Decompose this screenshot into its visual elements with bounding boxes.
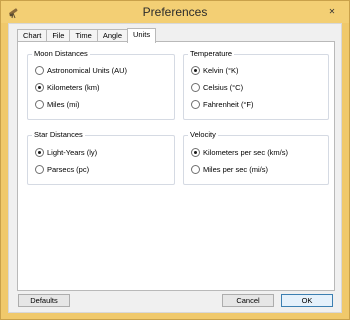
radio-button[interactable] <box>35 100 44 109</box>
radio-button[interactable] <box>35 83 44 92</box>
cancel-button[interactable]: Cancel <box>222 294 274 307</box>
title-bar[interactable]: Preferences ✕ <box>1 1 349 23</box>
option-label: Celsius (°C) <box>203 83 244 92</box>
tab-units[interactable]: Units <box>127 28 157 43</box>
radio-button[interactable] <box>35 66 44 75</box>
velocity-group: Velocity Kilometers per sec (km/s) Miles… <box>183 130 329 185</box>
option-label: Kilometers per sec (km/s) <box>203 148 289 157</box>
close-icon: ✕ <box>328 6 336 16</box>
option-label: Kelvin (°K) <box>203 66 239 75</box>
star-option-ly[interactable]: Light-Years (ly) <box>35 148 97 157</box>
tab-strip: Chart File Time Angle Units <box>17 28 157 43</box>
radio-button[interactable] <box>191 66 200 75</box>
radio-button[interactable] <box>35 148 44 157</box>
moon-option-mi[interactable]: Miles (mi) <box>35 100 80 109</box>
group-title: Moon Distances <box>32 49 90 58</box>
moon-option-au[interactable]: Astronomical Units (AU) <box>35 66 127 75</box>
preferences-window: Preferences ✕ Chart File Time Angle Unit… <box>0 0 350 320</box>
group-title: Velocity <box>188 130 218 139</box>
moon-option-km[interactable]: Kilometers (km) <box>35 83 100 92</box>
star-option-pc[interactable]: Parsecs (pc) <box>35 165 89 174</box>
window-title: Preferences <box>142 5 208 19</box>
radio-button[interactable] <box>35 165 44 174</box>
velocity-option-kms[interactable]: Kilometers per sec (km/s) <box>191 148 288 157</box>
close-button[interactable]: ✕ <box>321 4 343 18</box>
radio-button[interactable] <box>191 148 200 157</box>
ok-button[interactable]: OK <box>281 294 333 307</box>
star-distances-group: Star Distances Light-Years (ly) Parsecs … <box>27 130 175 185</box>
units-panel: Moon Distances Astronomical Units (AU) K… <box>17 41 335 291</box>
option-label: Miles (mi) <box>47 100 80 109</box>
option-label: Light-Years (ly) <box>47 148 98 157</box>
temperature-option-fahrenheit[interactable]: Fahrenheit (°F) <box>191 100 254 109</box>
group-title: Temperature <box>188 49 235 58</box>
option-label: Astronomical Units (AU) <box>47 66 128 75</box>
moon-distances-group: Moon Distances Astronomical Units (AU) K… <box>27 49 175 120</box>
dialog-client: Chart File Time Angle Units Moon Distanc… <box>8 23 342 313</box>
option-label: Parsecs (pc) <box>47 165 90 174</box>
group-title: Star Distances <box>32 130 85 139</box>
defaults-button[interactable]: Defaults <box>18 294 70 307</box>
option-label: Fahrenheit (°F) <box>203 100 254 109</box>
temperature-option-celsius[interactable]: Celsius (°C) <box>191 83 243 92</box>
option-label: Miles per sec (mi/s) <box>203 165 269 174</box>
radio-button[interactable] <box>191 100 200 109</box>
radio-button[interactable] <box>191 83 200 92</box>
temperature-group: Temperature Kelvin (°K) Celsius (°C) Fah… <box>183 49 329 120</box>
radio-button[interactable] <box>191 165 200 174</box>
velocity-option-mis[interactable]: Miles per sec (mi/s) <box>191 165 268 174</box>
temperature-option-kelvin[interactable]: Kelvin (°K) <box>191 66 239 75</box>
option-label: Kilometers (km) <box>47 83 100 92</box>
